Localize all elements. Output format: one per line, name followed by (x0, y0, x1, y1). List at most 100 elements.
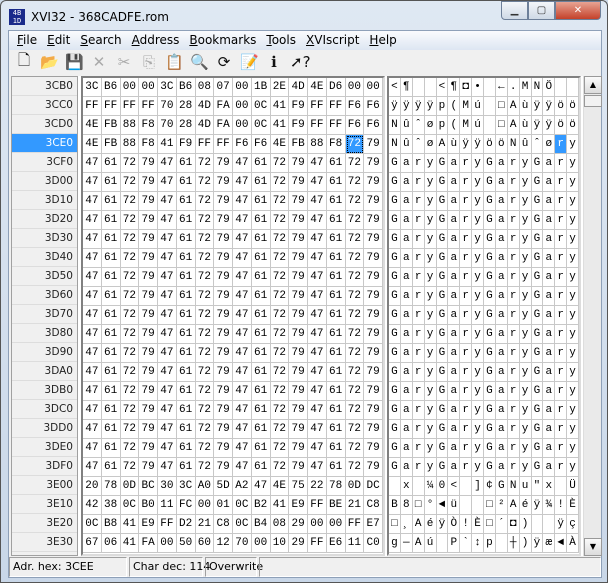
char-cell[interactable]: a (543, 458, 556, 477)
char-cell[interactable]: N (531, 78, 544, 97)
char-cell[interactable]: < (448, 477, 461, 496)
char-cell[interactable]: □ (412, 496, 425, 515)
char-cell[interactable]: a (448, 249, 461, 268)
char-cell[interactable]: y (424, 325, 437, 344)
char-cell[interactable]: r (555, 401, 568, 420)
char-cell[interactable]: a (543, 230, 556, 249)
char-cell[interactable]: G (531, 382, 544, 401)
hex-cell[interactable]: F8 (139, 135, 158, 154)
char-cell[interactable]: a (495, 439, 508, 458)
row-address[interactable]: 3DD0 (12, 419, 77, 438)
hex-cell[interactable]: 47 (158, 287, 177, 306)
hex-cell[interactable]: 4E (83, 116, 102, 135)
hex-cell[interactable]: 47 (83, 268, 102, 287)
hex-cell[interactable]: 47 (233, 249, 252, 268)
hex-cell[interactable]: 61 (176, 173, 196, 192)
hex-cell[interactable]: 00 (120, 78, 140, 97)
char-cell[interactable]: ù (519, 116, 532, 135)
char-cell[interactable]: y (567, 154, 579, 173)
hex-cell[interactable]: 72 (345, 458, 365, 477)
char-cell[interactable]: G (484, 420, 496, 439)
char-cell[interactable]: a (400, 306, 413, 325)
char-cell[interactable]: r (412, 230, 425, 249)
hex-cell[interactable]: 61 (251, 230, 271, 249)
char-cell[interactable]: r (412, 211, 425, 230)
char-cell[interactable]: ÿ (531, 534, 544, 553)
hex-cell[interactable]: 28 (176, 97, 196, 116)
hex-cell[interactable]: 4D (195, 97, 215, 116)
hex-cell[interactable]: B4 (251, 515, 271, 534)
char-cell[interactable]: ÿ (436, 515, 449, 534)
char-cell[interactable]: G (531, 420, 544, 439)
char-cell[interactable]: y (472, 249, 484, 268)
hex-cell[interactable]: 79 (214, 420, 233, 439)
char-cell[interactable]: ← (495, 78, 508, 97)
char-cell[interactable]: y (567, 306, 579, 325)
hex-cell[interactable]: 07 (214, 78, 233, 97)
char-cell[interactable]: ◄ (555, 534, 568, 553)
hex-cell[interactable]: 70 (158, 97, 177, 116)
hex-cell[interactable]: 79 (214, 268, 233, 287)
menu-search[interactable]: Search (78, 31, 129, 50)
hex-cell[interactable]: 79 (214, 363, 233, 382)
char-cell[interactable]: u (519, 477, 532, 496)
char-cell[interactable]: a (400, 401, 413, 420)
hex-cell[interactable]: FF (345, 515, 365, 534)
char-cell[interactable]: y (567, 458, 579, 477)
hex-cell[interactable]: 72 (120, 382, 140, 401)
char-cell[interactable]: y (472, 401, 484, 420)
hex-cell[interactable]: 11 (345, 534, 365, 553)
char-cell[interactable]: A (412, 515, 425, 534)
hex-cell[interactable]: 41 (120, 534, 140, 553)
paste-icon[interactable]: 📋 (165, 53, 184, 71)
char-cell[interactable]: y (424, 420, 437, 439)
hex-cell[interactable]: 61 (326, 230, 346, 249)
hex-cell[interactable]: 79 (139, 306, 158, 325)
hex-cell[interactable]: 4E (308, 78, 327, 97)
char-cell[interactable]: y (472, 230, 484, 249)
char-cell[interactable]: y (567, 135, 579, 154)
hex-cell[interactable]: 00 (345, 78, 365, 97)
char-cell[interactable]: ø (424, 116, 437, 135)
char-cell[interactable]: p (436, 116, 449, 135)
hex-cell[interactable]: 72 (120, 306, 140, 325)
char-cell[interactable]: y (519, 268, 532, 287)
char-cell[interactable]: G (484, 458, 496, 477)
char-cell[interactable]: G (389, 211, 401, 230)
hex-cell[interactable]: 79 (289, 439, 308, 458)
row-address[interactable]: 3D80 (12, 324, 77, 343)
char-cell[interactable]: a (448, 173, 461, 192)
hex-cell[interactable]: FB (101, 135, 121, 154)
hex-cell[interactable]: 47 (83, 287, 102, 306)
hex-cell[interactable]: 72 (120, 154, 140, 173)
hex-cell[interactable]: 79 (364, 382, 383, 401)
char-cell[interactable]: r (507, 401, 520, 420)
char-cell[interactable] (412, 477, 425, 496)
char-cell[interactable]: ! (555, 496, 568, 515)
char-cell[interactable]: ú (472, 116, 484, 135)
char-cell[interactable]: y (519, 458, 532, 477)
hex-cell[interactable]: 79 (214, 344, 233, 363)
char-cell[interactable] (484, 116, 496, 135)
hex-cell[interactable]: 61 (251, 249, 271, 268)
char-cell[interactable]: y (567, 344, 579, 363)
hex-cell[interactable]: FA (214, 97, 233, 116)
char-cell[interactable]: r (412, 287, 425, 306)
char-cell[interactable]: a (495, 173, 508, 192)
hex-cell[interactable]: 72 (345, 287, 365, 306)
hex-cell[interactable]: 47 (158, 306, 177, 325)
copy-icon[interactable]: ⎘ (140, 53, 158, 71)
hex-cell[interactable]: 61 (326, 382, 346, 401)
char-cell[interactable]: M (460, 116, 473, 135)
char-cell[interactable]: y (567, 173, 579, 192)
hex-cell[interactable]: 47 (233, 401, 252, 420)
hex-cell[interactable]: 72 (270, 230, 290, 249)
char-cell[interactable]: ö (484, 135, 496, 154)
hex-cell[interactable]: 72 (195, 173, 215, 192)
hex-cell[interactable]: 70 (233, 534, 252, 553)
save-icon[interactable]: 💾 (65, 53, 84, 71)
hex-cell[interactable]: 00 (233, 78, 252, 97)
row-address[interactable]: 3D90 (12, 343, 77, 362)
hex-cell[interactable]: 00 (308, 515, 327, 534)
char-cell[interactable]: a (400, 268, 413, 287)
